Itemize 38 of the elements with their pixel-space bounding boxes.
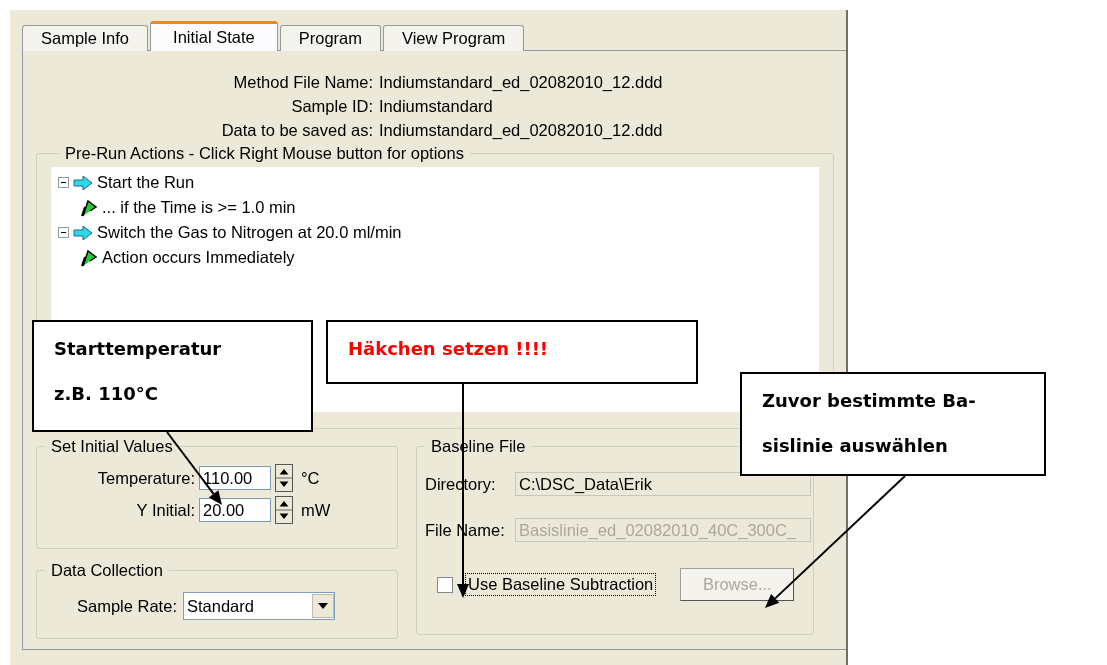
callout-text: Häkchen setzen !!!! [348,337,549,361]
spinner-icon[interactable] [275,464,293,492]
field-label: Method File Name: [232,73,373,92]
field-value: Indiumstandard [379,97,494,116]
field-label: Temperature: [96,468,195,488]
group-title: Data Collection [50,561,164,580]
callout-text: Zuvor bestimmte Ba- sislinie auswählen [762,389,976,458]
tree-item[interactable]: Start the Run [97,173,195,192]
tree-item[interactable]: Action occurs Immediately [102,248,295,267]
input-field[interactable]: 20.00 [199,498,271,522]
checkbox[interactable] [437,576,453,593]
flag-icon [80,248,98,267]
group-title: Set Initial Values [50,437,174,456]
arrow-icon [73,175,93,190]
field-label: Sample ID: [290,97,373,116]
arrow-icon [73,225,93,240]
input-field[interactable]: 110.00 [199,466,271,490]
spinner-icon[interactable] [275,496,293,524]
field-label: Sample Rate: [77,596,177,616]
tree-item[interactable]: Switch the Gas to Nitrogen at 20.0 ml/min [97,223,402,242]
callout-text: Starttemperatur z.B. 110°C [54,337,222,406]
tab[interactable]: Sample Info [22,25,149,51]
field-label: Data to be saved as: [220,121,373,140]
field-label: Y Initial: [135,500,195,520]
tree-item[interactable]: ... if the Time is >= 1.0 min [102,198,296,217]
tab[interactable]: Initial State [150,21,278,51]
expander-icon[interactable] [58,177,69,188]
field-value: Indiumstandard_ed_02082010_12.ddd [379,73,664,92]
flag-icon [80,198,98,217]
unit-label: °C [301,468,321,488]
caret-icon [317,603,328,609]
tab[interactable]: Program [279,25,381,51]
tab[interactable]: View Program [383,25,525,51]
field-value: Indiumstandard_ed_02082010_12.ddd [379,121,664,140]
dropdown[interactable]: Standard [182,592,335,620]
group-title: Pre-Run Actions - Click Right Mouse button for options [64,144,465,163]
expander-icon[interactable] [58,227,69,238]
unit-label: mW [301,500,332,520]
